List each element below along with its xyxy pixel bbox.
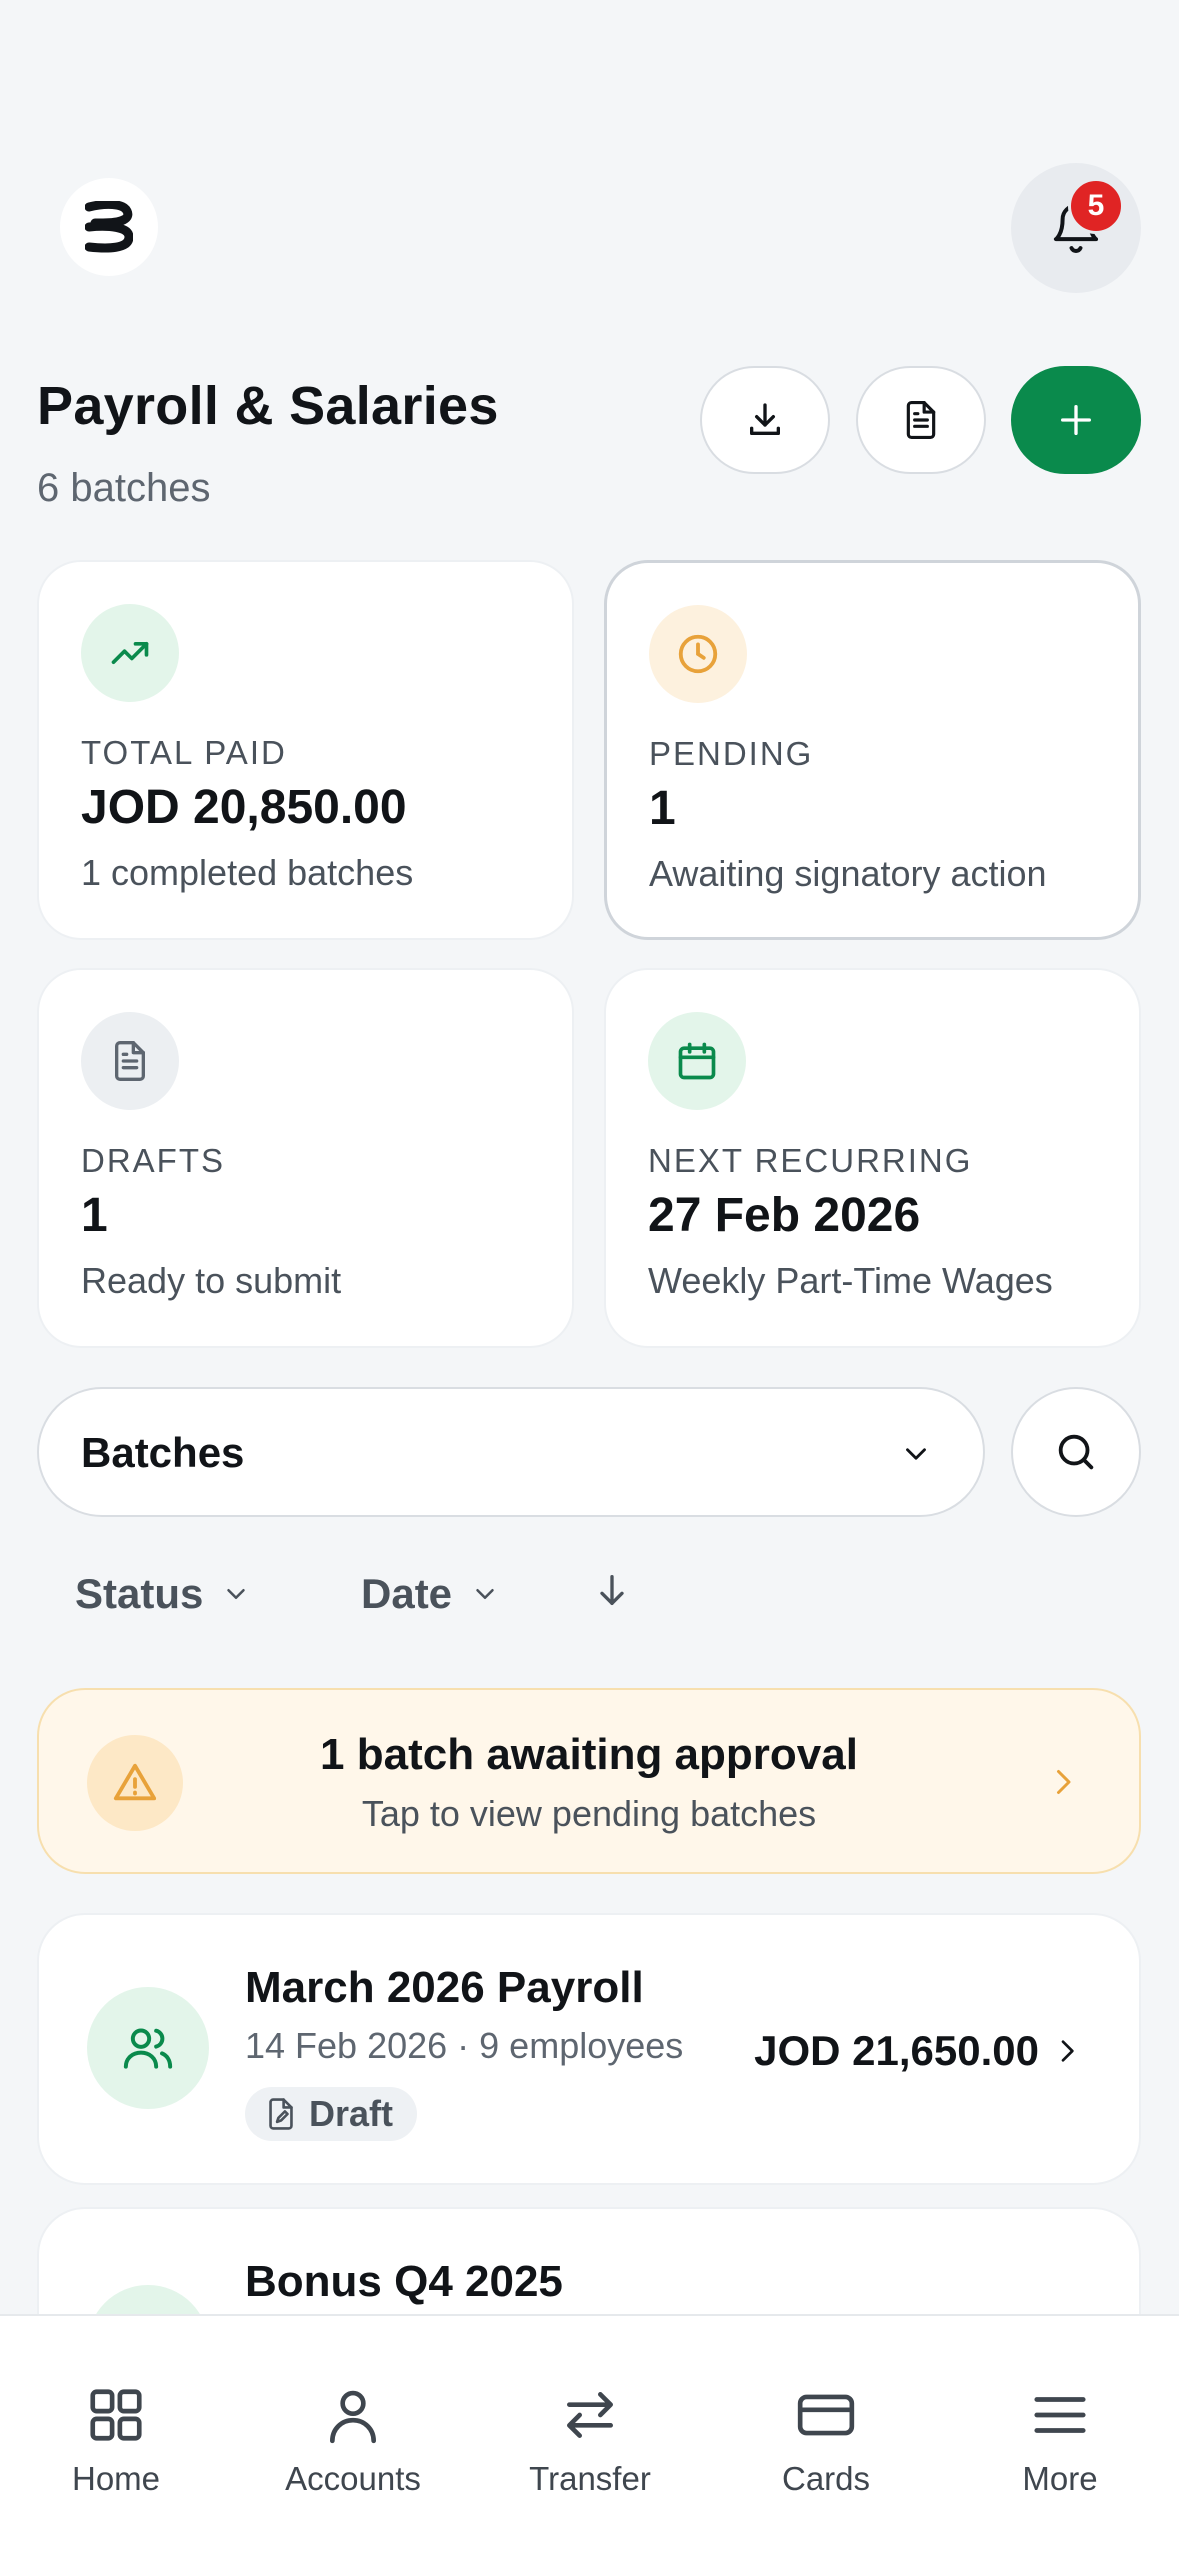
nav-label: Accounts xyxy=(285,2460,421,2497)
page-title: Payroll & Salaries xyxy=(37,376,499,436)
document-icon xyxy=(906,401,936,439)
download-icon xyxy=(750,403,780,435)
nav-transfer[interactable]: Transfer xyxy=(490,2384,690,2498)
status-filter-label: Status xyxy=(75,1570,204,1617)
stat-value: JOD 20,850.00 xyxy=(81,781,407,834)
stat-card-pending[interactable]: PENDING 1 Awaiting signatory action xyxy=(604,560,1141,940)
document-icon xyxy=(81,1012,179,1110)
bottom-navigation: Home Accounts Transfer Cards More xyxy=(0,2314,1179,2556)
date-filter[interactable]: Date xyxy=(361,1570,500,1618)
nav-cards[interactable]: Cards xyxy=(726,2384,926,2498)
status-badge: Draft xyxy=(245,2087,418,2141)
stat-label: NEXT RECURRING xyxy=(648,1142,973,1179)
search-icon xyxy=(1058,1434,1094,1470)
stat-sub: Ready to submit xyxy=(81,1260,342,1301)
chevron-right-icon xyxy=(1057,1770,1071,1794)
sort-direction-button[interactable] xyxy=(592,1570,632,1610)
chevron-right-icon xyxy=(1061,2040,1074,2062)
status-badge-label: Draft xyxy=(309,2093,394,2134)
stat-label: DRAFTS xyxy=(81,1142,225,1179)
clock-icon xyxy=(649,605,747,703)
plus-icon xyxy=(1061,405,1091,435)
add-batch-button[interactable] xyxy=(1011,366,1141,474)
search-button[interactable] xyxy=(1011,1387,1141,1517)
pending-approval-banner[interactable]: 1 batch awaiting approval Tap to view pe… xyxy=(37,1688,1141,1874)
arrow-down-icon xyxy=(600,1575,624,1605)
nav-label: Home xyxy=(71,2460,161,2497)
logo-icon xyxy=(85,201,133,253)
chevron-down-icon xyxy=(227,1589,246,1599)
batch-name: Bonus Q4 2025 xyxy=(245,2257,563,2306)
employees-icon xyxy=(87,1987,209,2109)
stat-label: TOTAL PAID xyxy=(81,734,287,771)
view-selector-value: Batches xyxy=(81,1429,245,1476)
credit-card-icon xyxy=(797,2394,855,2436)
trending-up-icon xyxy=(81,604,179,702)
stat-card-next-recurring[interactable]: NEXT RECURRING 27 Feb 2026 Weekly Part-T… xyxy=(604,968,1141,1348)
stat-value: 1 xyxy=(649,782,676,835)
nav-more[interactable]: More xyxy=(960,2384,1160,2498)
chevron-down-icon xyxy=(476,1589,494,1599)
notifications-button[interactable] xyxy=(1011,163,1141,293)
batch-count: 6 batches xyxy=(37,466,211,510)
notification-badge: 5 xyxy=(1068,178,1124,234)
banner-title: 1 batch awaiting approval xyxy=(320,1730,858,1779)
stat-card-drafts[interactable]: DRAFTS 1 Ready to submit xyxy=(37,968,574,1348)
batch-amount: JOD 21,650.00 xyxy=(754,2027,1039,2074)
stat-value: 27 Feb 2026 xyxy=(648,1189,921,1242)
stat-sub: Awaiting signatory action xyxy=(649,853,1047,894)
batch-name: March 2026 Payroll xyxy=(245,1963,644,2012)
payroll-screen: 5 Payroll & Salaries 6 batches TOTAL PAI… xyxy=(0,0,1179,2556)
nav-label: Transfer xyxy=(529,2460,651,2497)
view-selector[interactable]: Batches xyxy=(37,1387,985,1517)
nav-label: More xyxy=(1022,2460,1098,2497)
grid-icon xyxy=(90,2389,142,2441)
app-logo[interactable] xyxy=(60,178,158,276)
date-filter-label: Date xyxy=(361,1570,453,1617)
calendar-icon xyxy=(648,1012,746,1110)
transfer-arrows-icon xyxy=(567,2392,613,2438)
draft-file-icon xyxy=(269,2098,293,2130)
report-button[interactable] xyxy=(856,366,986,474)
nav-home[interactable]: Home xyxy=(16,2384,216,2498)
nav-accounts[interactable]: Accounts xyxy=(253,2384,453,2498)
download-button[interactable] xyxy=(700,366,830,474)
batch-meta: 14 Feb 2026 · 9 employees xyxy=(245,2025,684,2066)
batch-row[interactable]: March 2026 Payroll 14 Feb 2026 · 9 emplo… xyxy=(37,1913,1141,2185)
menu-icon xyxy=(1034,2397,1086,2433)
chevron-down-icon xyxy=(906,1448,926,1460)
banner-subtitle: Tap to view pending batches xyxy=(361,1793,817,1834)
stat-sub: 1 completed batches xyxy=(81,852,414,893)
stat-value: 1 xyxy=(81,1189,108,1242)
user-icon xyxy=(330,2390,376,2444)
stat-label: PENDING xyxy=(649,735,814,772)
stat-sub: Weekly Part-Time Wages xyxy=(648,1260,1053,1301)
status-filter[interactable]: Status xyxy=(75,1570,251,1618)
stat-card-total-paid[interactable]: TOTAL PAID JOD 20,850.00 1 completed bat… xyxy=(37,560,574,940)
nav-label: Cards xyxy=(781,2460,871,2497)
